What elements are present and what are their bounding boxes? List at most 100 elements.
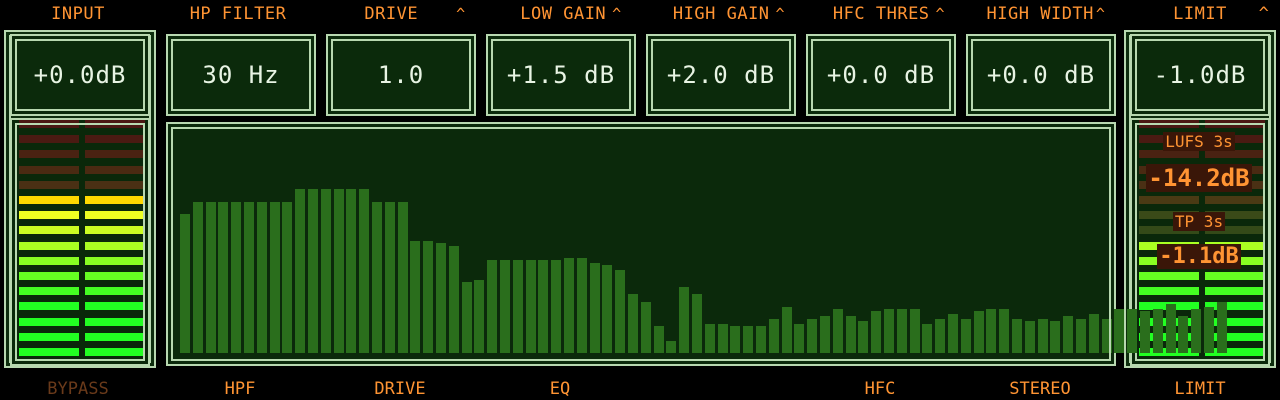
spectrum-bar <box>244 202 254 353</box>
spectrum-bar <box>973 311 984 353</box>
spectrum-bar <box>295 189 306 353</box>
spectrum-bar <box>1063 316 1074 353</box>
hfc-button[interactable]: HFC <box>840 379 920 399</box>
low-gain-value-box[interactable]: +1.5 dB <box>486 34 636 116</box>
meter-segment <box>19 332 79 341</box>
caret-icon[interactable]: ^ <box>1096 5 1106 23</box>
spectrum-bar <box>743 326 754 353</box>
spectrum-bar <box>845 316 856 353</box>
spectrum-bar <box>436 243 446 353</box>
spectrum-bar <box>948 314 958 353</box>
caret-icon[interactable]: ^ <box>612 5 622 23</box>
meter-segment <box>85 317 145 326</box>
spectrum-bar <box>372 202 382 353</box>
meter-segment <box>85 241 145 250</box>
drive-value-box[interactable]: 1.0 <box>326 34 476 116</box>
spectrum-bar <box>384 202 395 353</box>
spectrum-bar <box>986 309 997 353</box>
meter-segment <box>1139 287 1199 296</box>
label-high-gain: HIGH GAIN ^ <box>672 4 786 24</box>
meter-segment <box>1205 150 1265 159</box>
meter-segment <box>85 211 145 220</box>
meter-segment <box>19 196 79 204</box>
spectrum-bar <box>1204 307 1214 353</box>
high-width-value-box[interactable]: +0.0 dB <box>966 34 1116 116</box>
spectrum-bar <box>1191 309 1202 353</box>
hfc-thres-value-box[interactable]: +0.0 dB <box>806 34 956 116</box>
label-hp-filter: HP FILTER <box>189 4 287 24</box>
spectrum-bar <box>1216 302 1227 353</box>
label-limit: LIMIT <box>1173 4 1227 24</box>
spectrum-bar <box>397 202 408 353</box>
spectrum-bar <box>832 309 843 353</box>
spectrum-bar <box>423 241 434 353</box>
meter-segment <box>1205 317 1265 326</box>
spectrum-bar <box>820 316 830 353</box>
limit-button[interactable]: LIMIT <box>1160 379 1240 399</box>
meter-segment <box>19 302 79 311</box>
spectrum-bar <box>960 319 971 353</box>
drive-button[interactable]: DRIVE <box>360 379 440 399</box>
spectrum-bar <box>794 324 805 353</box>
meter-segment <box>85 272 145 280</box>
caret-icon[interactable]: ^ <box>1254 3 1274 25</box>
meter-segment <box>1205 272 1265 280</box>
spectrum-bar <box>896 309 907 353</box>
spectrum-bar <box>730 326 741 353</box>
caret-icon[interactable]: ^ <box>776 5 786 23</box>
meter-segment <box>1139 196 1199 204</box>
spectrum-bar <box>807 319 818 353</box>
eq-button[interactable]: EQ <box>520 379 600 399</box>
caret-icon[interactable]: ^ <box>936 5 946 23</box>
meter-segment <box>1139 150 1199 159</box>
spectrum-bar <box>256 202 267 353</box>
spectrum-bar <box>640 302 651 353</box>
meter-segment <box>1205 332 1265 341</box>
meter-segment <box>85 135 145 144</box>
high-gain-value-box[interactable]: +2.0 dB <box>646 34 796 116</box>
meter-segment <box>85 256 145 265</box>
caret-icon[interactable]: ^ <box>456 5 466 23</box>
meter-segment <box>1205 287 1265 296</box>
high-width-value: +0.0 dB <box>986 61 1096 89</box>
meter-segment <box>19 211 79 220</box>
meter-segment <box>19 272 79 280</box>
meter-segment <box>1139 120 1199 128</box>
meter-segment <box>19 287 79 296</box>
spectrum-bar <box>602 265 613 353</box>
hfc-thres-value: +0.0 dB <box>826 61 936 89</box>
spectrum-bar <box>218 202 229 353</box>
input-level-meter <box>10 118 150 366</box>
spectrum-bar <box>653 326 664 353</box>
input-value-box[interactable]: +0.0dB <box>10 34 150 116</box>
meter-segment <box>1139 272 1199 280</box>
hpf-button[interactable]: HPF <box>200 379 280 399</box>
spectrum-bar <box>461 282 472 353</box>
label-input: INPUT <box>51 4 105 24</box>
spectrum-bar <box>346 189 357 353</box>
meter-segment <box>85 332 145 341</box>
spectrum-bar <box>1114 309 1125 353</box>
spectrum-bar <box>192 202 203 353</box>
spectrum-bar <box>500 260 510 353</box>
spectrum-bar <box>474 280 485 353</box>
tp-value: -1.1dB <box>1157 244 1241 269</box>
meter-segment <box>1205 348 1265 356</box>
meter-segment <box>85 150 145 159</box>
spectrum-bar <box>1127 309 1138 353</box>
meter-segment <box>19 120 79 128</box>
spectrum-bar <box>858 321 869 353</box>
spectrum-bar <box>756 326 766 353</box>
drive-value: 1.0 <box>377 61 425 89</box>
spectrum-bar <box>909 309 920 353</box>
hp-filter-value: 30 Hz <box>202 61 280 89</box>
limit-value-box[interactable]: -1.0dB <box>1130 34 1270 116</box>
spectrum-bar <box>205 202 216 353</box>
spectrum-bar <box>538 260 549 353</box>
hp-filter-value-box[interactable]: 30 Hz <box>166 34 316 116</box>
stereo-button[interactable]: STEREO <box>990 379 1090 399</box>
meter-segment <box>19 150 79 159</box>
meter-segment <box>19 317 79 326</box>
bypass-button[interactable]: BYPASS <box>30 379 126 399</box>
spectrum-bar <box>269 202 280 353</box>
